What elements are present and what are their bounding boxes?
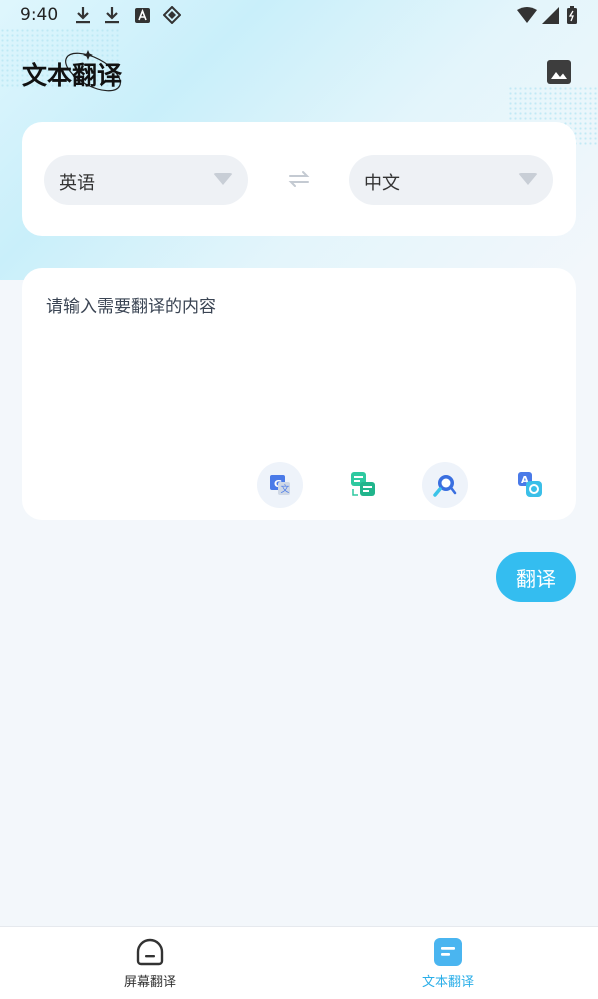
- dropdown-caret-icon: [213, 173, 233, 185]
- input-card: G 文 A: [22, 268, 576, 520]
- dropdown-caret-icon: [518, 173, 538, 185]
- google-translate-icon[interactable]: G 文: [257, 462, 303, 508]
- signal-icon: [541, 6, 559, 24]
- target-language-select[interactable]: 中文: [349, 155, 553, 205]
- search-translate-icon[interactable]: [422, 462, 468, 508]
- download-icon: [74, 6, 92, 24]
- swap-icon[interactable]: [287, 169, 311, 189]
- download-icon: [103, 6, 121, 24]
- photo-translate-icon[interactable]: A: [507, 462, 553, 508]
- status-time: 9:40: [20, 5, 59, 25]
- bottom-navigation: 屏幕翻译 文本翻译: [0, 926, 598, 999]
- source-language-select[interactable]: 英语: [44, 155, 248, 205]
- chat-translate-icon[interactable]: [340, 462, 386, 508]
- nav-item-screen-translate[interactable]: 屏幕翻译: [90, 927, 210, 999]
- svg-text:文: 文: [281, 483, 290, 495]
- wifi-icon: [517, 6, 537, 24]
- translate-button[interactable]: 翻译: [496, 552, 576, 602]
- nav-label-screen-translate: 屏幕翻译: [123, 975, 176, 990]
- translate-input[interactable]: [44, 290, 558, 444]
- tag-icon: [162, 6, 182, 24]
- target-language-label: 中文: [364, 173, 400, 194]
- image-icon[interactable]: [546, 59, 572, 85]
- nav-item-text-translate[interactable]: 文本翻译: [388, 927, 508, 999]
- language-selector-card: 英语 中文: [22, 122, 576, 236]
- battery-icon: [566, 6, 578, 24]
- source-language-label: 英语: [59, 173, 95, 194]
- text-doc-icon: [434, 938, 462, 966]
- status-bar: 9:40: [0, 0, 598, 30]
- screen-icon: [136, 938, 164, 966]
- page-title: 文本翻译: [22, 61, 123, 90]
- a-app-icon: [133, 6, 151, 24]
- nav-label-text-translate: 文本翻译: [421, 975, 474, 990]
